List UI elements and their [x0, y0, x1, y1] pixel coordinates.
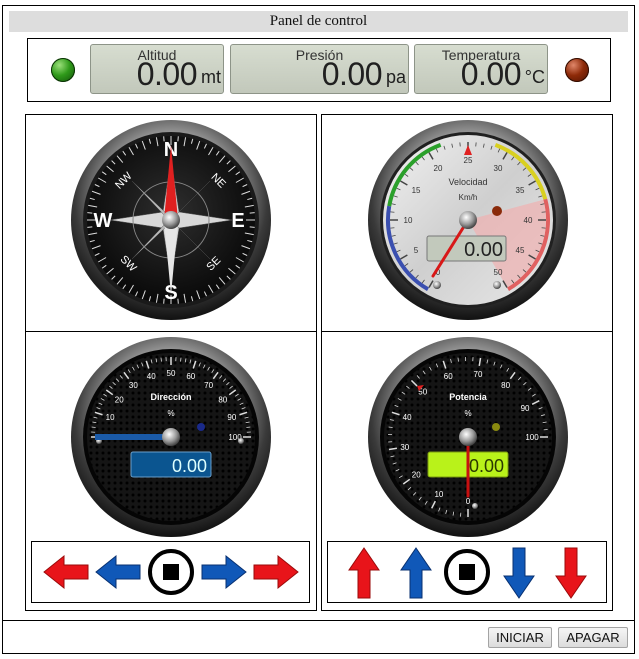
pressure-value: 0.00	[321, 56, 383, 92]
steer-right-fast-button[interactable]	[252, 552, 300, 592]
speed-tick-label: 5	[414, 246, 419, 255]
start-button[interactable]: INICIAR	[488, 627, 552, 648]
power-tick-label: 20	[412, 471, 421, 480]
power-tick-label: 100	[525, 433, 539, 442]
speed-value: 0.00	[464, 239, 503, 261]
power-value: 0.00	[469, 456, 504, 476]
direction-gauge-title: Dirección	[150, 392, 191, 402]
throttle-up-button[interactable]	[399, 546, 433, 600]
direction-tick-label: 10	[106, 413, 115, 422]
power-tick-label: 0	[466, 497, 471, 506]
direction-bar	[95, 434, 171, 440]
throttle-up-fast-button[interactable]	[347, 546, 381, 600]
power-tick-label: 80	[501, 381, 510, 390]
panel-title: Panel de control	[9, 11, 628, 32]
power-indicator-led	[492, 423, 500, 431]
speed-tick-label: 45	[516, 246, 525, 255]
power-tick-label: 30	[400, 443, 409, 452]
speed-tick-label: 30	[494, 164, 503, 173]
power-tick-label: 40	[403, 413, 412, 422]
power-tick-label: 10	[434, 490, 443, 499]
status-led-red	[565, 58, 589, 82]
speed-indicator-led	[492, 206, 502, 216]
speed-tick-label: 20	[434, 164, 443, 173]
direction-tick-label: 40	[147, 372, 156, 381]
power-gauge: 0102030405060 708090100 Potencia % 0.00	[368, 337, 568, 537]
speed-hub	[459, 211, 477, 229]
shutdown-button[interactable]: APAGAR	[558, 627, 628, 648]
speed-tick-label: 35	[516, 186, 525, 195]
speed-gauge-title: Velocidad	[448, 177, 487, 187]
pressure-display: Presión 0.00 pa	[230, 44, 409, 94]
power-hub	[459, 428, 477, 446]
compass-east-label: E	[231, 210, 244, 232]
steer-right-button[interactable]	[200, 552, 248, 592]
direction-tick-label: 50	[167, 369, 176, 378]
temperature-display: Temperatura 0.00 °C	[414, 44, 548, 94]
throttle-down-button[interactable]	[502, 546, 536, 600]
speed-gauge-unit: Km/h	[459, 193, 478, 202]
throttle-controls	[327, 541, 607, 603]
sensor-readout-panel: Altitud 0.00 mt Presión 0.00 pa Temperat…	[27, 38, 611, 102]
direction-tick-label: 90	[227, 413, 236, 422]
pressure-unit: pa	[385, 67, 406, 87]
direction-gauge-unit: %	[167, 409, 174, 418]
status-led-green	[51, 58, 75, 82]
direction-tick-label: 80	[218, 395, 227, 404]
direction-tick-label: 70	[204, 381, 213, 390]
altitude-unit: mt	[201, 67, 221, 87]
speed-tick-label: 50	[494, 268, 503, 277]
direction-value: 0.00	[172, 456, 207, 476]
direction-tick-label: 60	[186, 372, 195, 381]
speed-tick-label: 10	[404, 216, 413, 225]
altitude-value: 0.00	[136, 56, 198, 92]
power-tick-label: 60	[444, 372, 453, 381]
steer-left-fast-button[interactable]	[42, 552, 90, 592]
power-tick-label: 70	[474, 370, 483, 379]
compass-hub	[162, 211, 180, 229]
speed-tick-label: 15	[412, 186, 421, 195]
temperature-value: 0.00	[460, 56, 522, 92]
direction-tick-label: 20	[115, 395, 124, 404]
temperature-unit: °C	[524, 67, 545, 87]
steer-left-button[interactable]	[94, 552, 142, 592]
power-gauge-unit: %	[464, 409, 471, 418]
steering-controls	[31, 541, 310, 603]
footer-divider	[2, 620, 635, 621]
direction-tick-label: 30	[129, 381, 138, 390]
speed-tick-label: 40	[524, 216, 533, 225]
speed-tick-label: 25	[464, 156, 473, 165]
throttle-down-fast-button[interactable]	[554, 546, 588, 600]
throttle-stop-button[interactable]	[443, 548, 491, 596]
power-gauge-title: Potencia	[449, 392, 488, 402]
direction-hub	[162, 428, 180, 446]
steer-stop-button[interactable]	[147, 548, 195, 596]
direction-indicator-led	[197, 423, 205, 431]
altitude-display: Altitud 0.00 mt	[90, 44, 224, 94]
direction-gauge: 0102030405060708090100 Dirección % 0.00	[71, 337, 271, 537]
power-tick-label: 90	[521, 404, 530, 413]
compass-west-label: W	[94, 210, 113, 232]
speed-gauge: 05101520253035404550 Velocidad Km/h 0.00	[368, 120, 568, 320]
compass-gauge: N E S W NE SE SW NW	[71, 120, 271, 320]
